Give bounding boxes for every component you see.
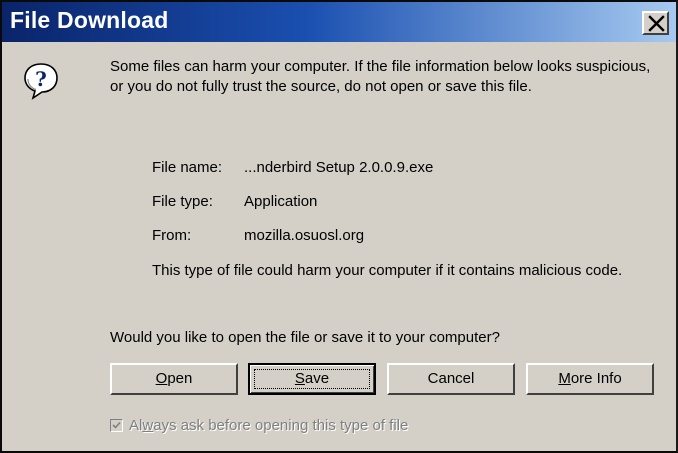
question-icon: ? — [23, 62, 59, 105]
save-button[interactable]: Save — [248, 363, 376, 395]
close-button[interactable] — [642, 11, 669, 35]
file-from-value: mozilla.osuosl.org — [244, 227, 365, 244]
open-mnemonic: O — [155, 370, 168, 387]
cancel-button[interactable]: Cancel — [387, 363, 515, 395]
title-bar[interactable]: File Download — [2, 2, 676, 42]
open-or-save-question: Would you like to open the file or save … — [110, 329, 500, 346]
close-icon — [648, 15, 665, 32]
more-info-mnemonic: M — [558, 370, 571, 387]
file-name-value: ...nderbird Setup 2.0.0.9.exe — [244, 159, 434, 176]
file-from-label: From: — [152, 227, 192, 244]
svg-text:?: ? — [35, 67, 47, 91]
file-name-label: File name: — [152, 159, 223, 176]
save-mnemonic: S — [294, 370, 305, 387]
file-type-value: Application — [244, 193, 318, 210]
always-ask-label: Always ask before opening this type of f… — [129, 417, 409, 434]
file-download-dialog: File Download ? Some files can harm your… — [0, 0, 678, 453]
file-type-label: File type: — [152, 193, 213, 210]
security-message: Some files can harm your computer. If th… — [110, 58, 651, 95]
always-ask-checkbox[interactable] — [110, 419, 123, 432]
open-button[interactable]: Open — [110, 363, 238, 395]
harm-warning: This type of file could harm your comput… — [152, 262, 623, 279]
checkmark-icon — [112, 421, 121, 429]
more-info-button[interactable]: More Info — [526, 363, 654, 395]
window-title: File Download — [10, 7, 169, 33]
